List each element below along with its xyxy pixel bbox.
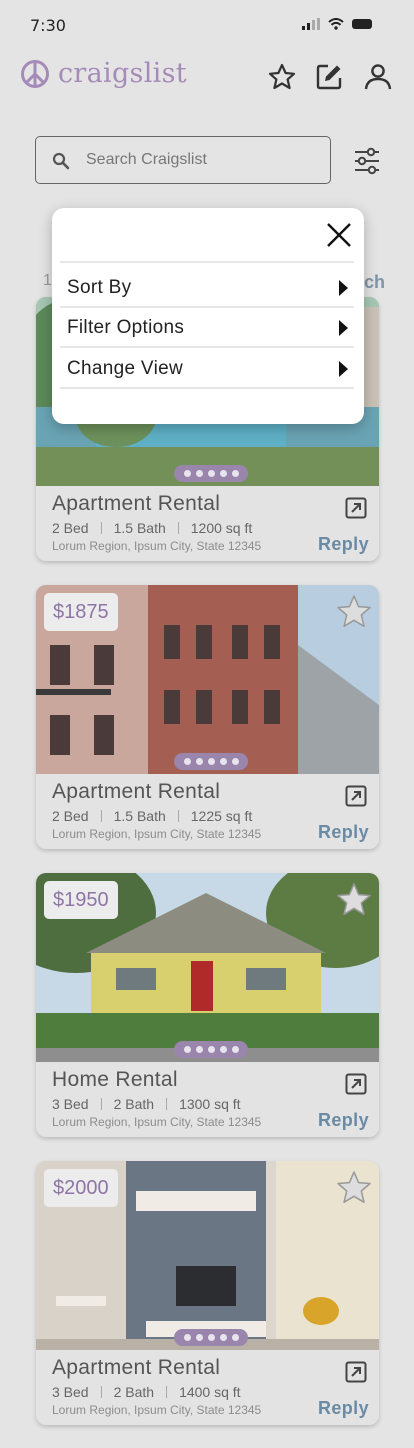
menu-divider	[60, 261, 354, 263]
listing-info: Apartment Rental 2 Bed 1.5 Bath 1200 sq …	[36, 486, 379, 561]
edit-icon[interactable]	[314, 62, 344, 92]
menu-item-filter-options[interactable]: Filter Options	[52, 308, 364, 348]
options-menu: Sort By Filter Options Change View	[52, 208, 364, 424]
listing-area: 1225 sq ft	[190, 808, 253, 824]
open-external-icon[interactable]	[345, 785, 367, 807]
favorite-star-icon[interactable]	[335, 593, 373, 631]
listing-specs: 3 Bed 2 Bath 1300 sq ft	[52, 1096, 241, 1112]
search-link-partial[interactable]: ch	[364, 272, 385, 293]
app-name: craigslist	[58, 58, 187, 89]
photo-pagination-dots[interactable]	[174, 753, 248, 770]
chevron-right-icon	[339, 320, 348, 336]
photo-pagination-dots[interactable]	[174, 465, 248, 482]
battery-icon	[352, 19, 372, 29]
listing-baths: 2 Bath	[113, 1096, 155, 1112]
listing-baths: 2 Bath	[113, 1384, 155, 1400]
search-bar[interactable]	[35, 136, 331, 184]
menu-item-label: Sort By	[67, 277, 132, 298]
listing-address: Lorum Region, Ipsum City, State 12345	[52, 827, 262, 841]
listing-beds: 3 Bed	[52, 1384, 89, 1400]
favorite-star-icon[interactable]	[335, 881, 373, 919]
chevron-right-icon	[339, 361, 348, 377]
listing-area: 1200 sq ft	[190, 520, 253, 536]
menu-item-label: Filter Options	[67, 317, 185, 338]
menu-item-label: Change View	[67, 358, 183, 379]
close-icon[interactable]	[326, 222, 352, 248]
status-time: 7:30	[30, 16, 66, 35]
listing-beds: 2 Bed	[52, 808, 89, 824]
open-external-icon[interactable]	[345, 497, 367, 519]
status-bar: 7:30	[0, 0, 414, 48]
reply-button[interactable]: Reply	[318, 822, 369, 843]
listing-address: Lorum Region, Ipsum City, State 12345	[52, 539, 262, 553]
menu-divider	[60, 387, 354, 389]
menu-item-sort-by[interactable]: Sort By	[52, 268, 364, 308]
listing-address: Lorum Region, Ipsum City, State 12345	[52, 1403, 262, 1417]
price-badge: $1875	[44, 593, 118, 631]
listing-baths: 1.5 Bath	[113, 808, 166, 824]
listing-address: Lorum Region, Ipsum City, State 12345	[52, 1115, 262, 1129]
listing-beds: 2 Bed	[52, 520, 89, 536]
listing-info: Apartment Rental 2 Bed 1.5 Bath 1225 sq …	[36, 774, 379, 849]
listing-card[interactable]: $1950 Home Rental 3 Bed 2 Bath 1300 sq f…	[36, 873, 379, 1137]
listing-area: 1400 sq ft	[179, 1384, 241, 1400]
listing-title: Apartment Rental	[52, 780, 221, 803]
menu-item-change-view[interactable]: Change View	[52, 349, 364, 389]
wifi-icon	[328, 18, 344, 30]
craigslist-logo[interactable]: craigslist	[20, 58, 187, 89]
favorite-star-icon[interactable]	[335, 1169, 373, 1207]
app-header: craigslist	[0, 52, 414, 104]
chevron-right-icon	[339, 280, 348, 296]
listing-title: Home Rental	[52, 1068, 178, 1091]
search-input[interactable]	[86, 147, 316, 173]
listing-beds: 3 Bed	[52, 1096, 89, 1112]
listing-card[interactable]: $2000 Apartment Rental 3 Bed 2 Bath 1400…	[36, 1161, 379, 1425]
listing-specs: 2 Bed 1.5 Bath 1225 sq ft	[52, 808, 252, 824]
peace-sign-icon	[21, 59, 49, 88]
open-external-icon[interactable]	[345, 1073, 367, 1095]
reply-button[interactable]: Reply	[318, 1398, 369, 1419]
listing-area: 1300 sq ft	[179, 1096, 241, 1112]
reply-button[interactable]: Reply	[318, 534, 369, 555]
listing-specs: 3 Bed 2 Bath 1400 sq ft	[52, 1384, 241, 1400]
listing-info: Apartment Rental 3 Bed 2 Bath 1400 sq ft…	[36, 1350, 379, 1425]
listing-info: Home Rental 3 Bed 2 Bath 1300 sq ft Loru…	[36, 1062, 379, 1137]
search-icon	[52, 152, 70, 170]
price-badge: $1950	[44, 881, 118, 919]
star-icon[interactable]	[267, 62, 297, 92]
photo-pagination-dots[interactable]	[174, 1329, 248, 1346]
signal-icon	[302, 18, 320, 30]
reply-button[interactable]: Reply	[318, 1110, 369, 1131]
photo-pagination-dots[interactable]	[174, 1041, 248, 1058]
filter-sliders-icon[interactable]	[353, 146, 381, 176]
listing-title: Apartment Rental	[52, 1356, 221, 1379]
listing-title: Apartment Rental	[52, 492, 221, 515]
listing-card[interactable]: $1875 Apartment Rental 2 Bed 1.5 Bath 12…	[36, 585, 379, 849]
menu-divider	[60, 346, 354, 348]
listing-baths: 1.5 Bath	[113, 520, 166, 536]
open-external-icon[interactable]	[345, 1361, 367, 1383]
account-icon[interactable]	[363, 62, 393, 92]
price-badge: $2000	[44, 1169, 118, 1207]
listing-specs: 2 Bed 1.5 Bath 1200 sq ft	[52, 520, 252, 536]
status-icons	[302, 18, 372, 30]
